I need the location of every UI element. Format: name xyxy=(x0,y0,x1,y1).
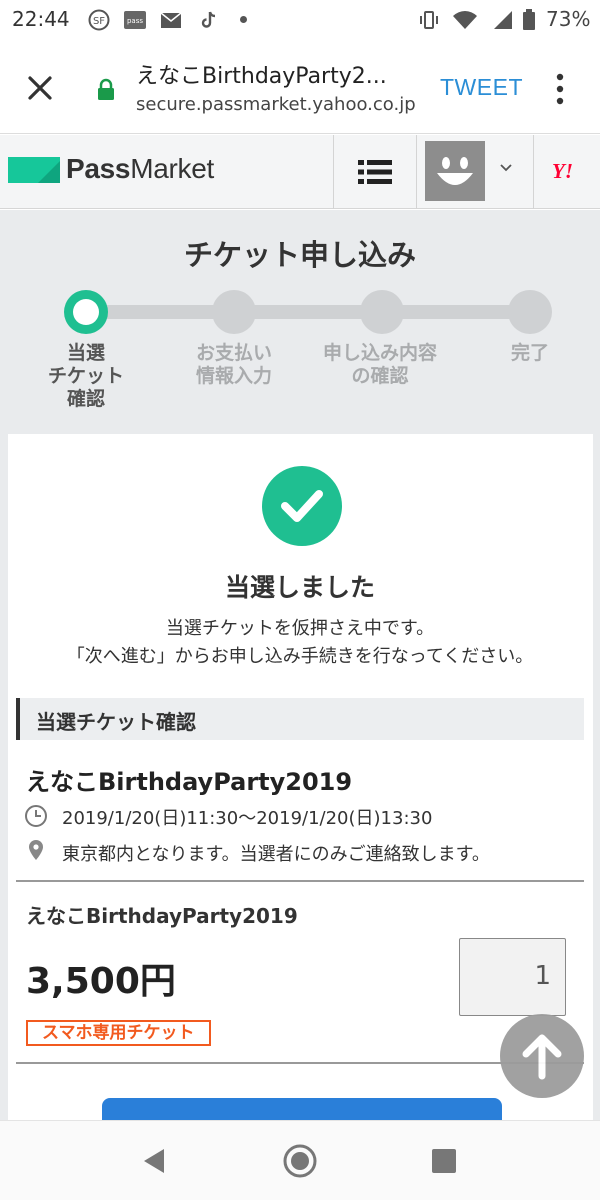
status-bar: 22:44 SF pass 73% xyxy=(0,0,600,40)
step-label-1: 当選 チケット 確認 xyxy=(47,342,124,410)
signal-icon xyxy=(494,11,512,29)
step-dot-2 xyxy=(212,290,256,334)
account-button[interactable] xyxy=(417,135,533,209)
yahoo-button[interactable]: Y! xyxy=(534,135,600,209)
ticket-name: えなこBirthdayParty2019 xyxy=(26,904,298,928)
lock-icon xyxy=(98,78,114,100)
chevron-down-icon xyxy=(500,164,512,172)
tweet-button[interactable]: TWEET xyxy=(440,74,523,101)
page-url: secure.passmarket.yahoo.co.jp xyxy=(136,94,416,115)
smartphone-ticket-badge: スマホ専用チケット xyxy=(26,1020,211,1046)
pass-app-icon: pass xyxy=(124,11,146,29)
status-time: 22:44 xyxy=(12,7,70,31)
stepper-track xyxy=(88,305,528,319)
page-title: えなこBirthdayParty2... xyxy=(136,64,387,89)
back-icon[interactable] xyxy=(136,1141,176,1181)
divider xyxy=(16,880,584,882)
ticket-price: 3,500円 xyxy=(26,961,176,1002)
battery-icon xyxy=(523,9,535,30)
quantity-select[interactable]: 1 xyxy=(459,938,566,1016)
divider xyxy=(16,1062,584,1064)
recents-icon[interactable] xyxy=(424,1141,464,1181)
arrow-up-icon xyxy=(522,1034,562,1080)
section-title: 当選チケット確認 xyxy=(36,710,196,734)
more-vert-icon[interactable] xyxy=(552,72,568,106)
event-datetime: 2019/1/20(日)11:30〜2019/1/20(日)13:30 xyxy=(62,808,433,829)
scroll-top-button[interactable] xyxy=(500,1014,584,1098)
section-header: 当選チケット確認 xyxy=(16,698,584,740)
step-dot-4 xyxy=(508,290,552,334)
avatar xyxy=(425,141,485,201)
event-location: 東京都内となります。当選者にのみご連絡致します。 xyxy=(62,844,490,865)
result-message-1: 当選チケットを仮押さえ中です。 xyxy=(165,618,435,639)
result-title: 当選しました xyxy=(224,573,375,602)
page-heading: チケット申し込み xyxy=(183,238,416,272)
svg-text:pass: pass xyxy=(127,17,143,25)
system-nav-bar xyxy=(0,1120,600,1200)
browser-toolbar: えなこBirthdayParty2... secure.passmarket.y… xyxy=(0,40,600,134)
site-header: PassMarket Y! xyxy=(0,135,600,209)
battery-percent: 73% xyxy=(546,7,591,31)
list-menu-icon xyxy=(358,160,392,184)
passmarket-logo-icon[interactable] xyxy=(8,157,60,183)
sf-app-icon: SF xyxy=(88,9,110,31)
vibrate-icon xyxy=(420,11,438,29)
next-button[interactable] xyxy=(102,1098,502,1122)
step-dot-1 xyxy=(64,290,108,334)
step-dot-3 xyxy=(360,290,404,334)
yahoo-logo: Y! xyxy=(552,159,573,183)
clock-icon xyxy=(25,805,47,827)
location-pin-icon xyxy=(29,840,43,860)
step-label-3: 申し込み内容 の確認 xyxy=(322,342,437,387)
event-name: えなこBirthdayParty2019 xyxy=(26,768,353,796)
step-label-2: お支払い 情報入力 xyxy=(195,342,272,387)
svg-text:SF: SF xyxy=(93,16,105,27)
close-icon[interactable] xyxy=(22,70,58,106)
passmarket-logo[interactable]: PassMarket xyxy=(66,153,214,185)
result-message-2: 「次へ進む」からお申し込み手続きを行なってください。 xyxy=(66,646,534,667)
step-label-4: 完了 xyxy=(510,342,549,364)
home-icon[interactable] xyxy=(280,1141,320,1181)
tiktok-icon xyxy=(201,11,216,28)
wifi-icon xyxy=(453,11,477,29)
check-icon xyxy=(262,466,342,546)
menu-button[interactable] xyxy=(334,135,416,209)
au-mail-icon xyxy=(160,12,182,28)
quantity-value: 1 xyxy=(534,961,551,991)
more-dot-icon xyxy=(240,16,247,23)
